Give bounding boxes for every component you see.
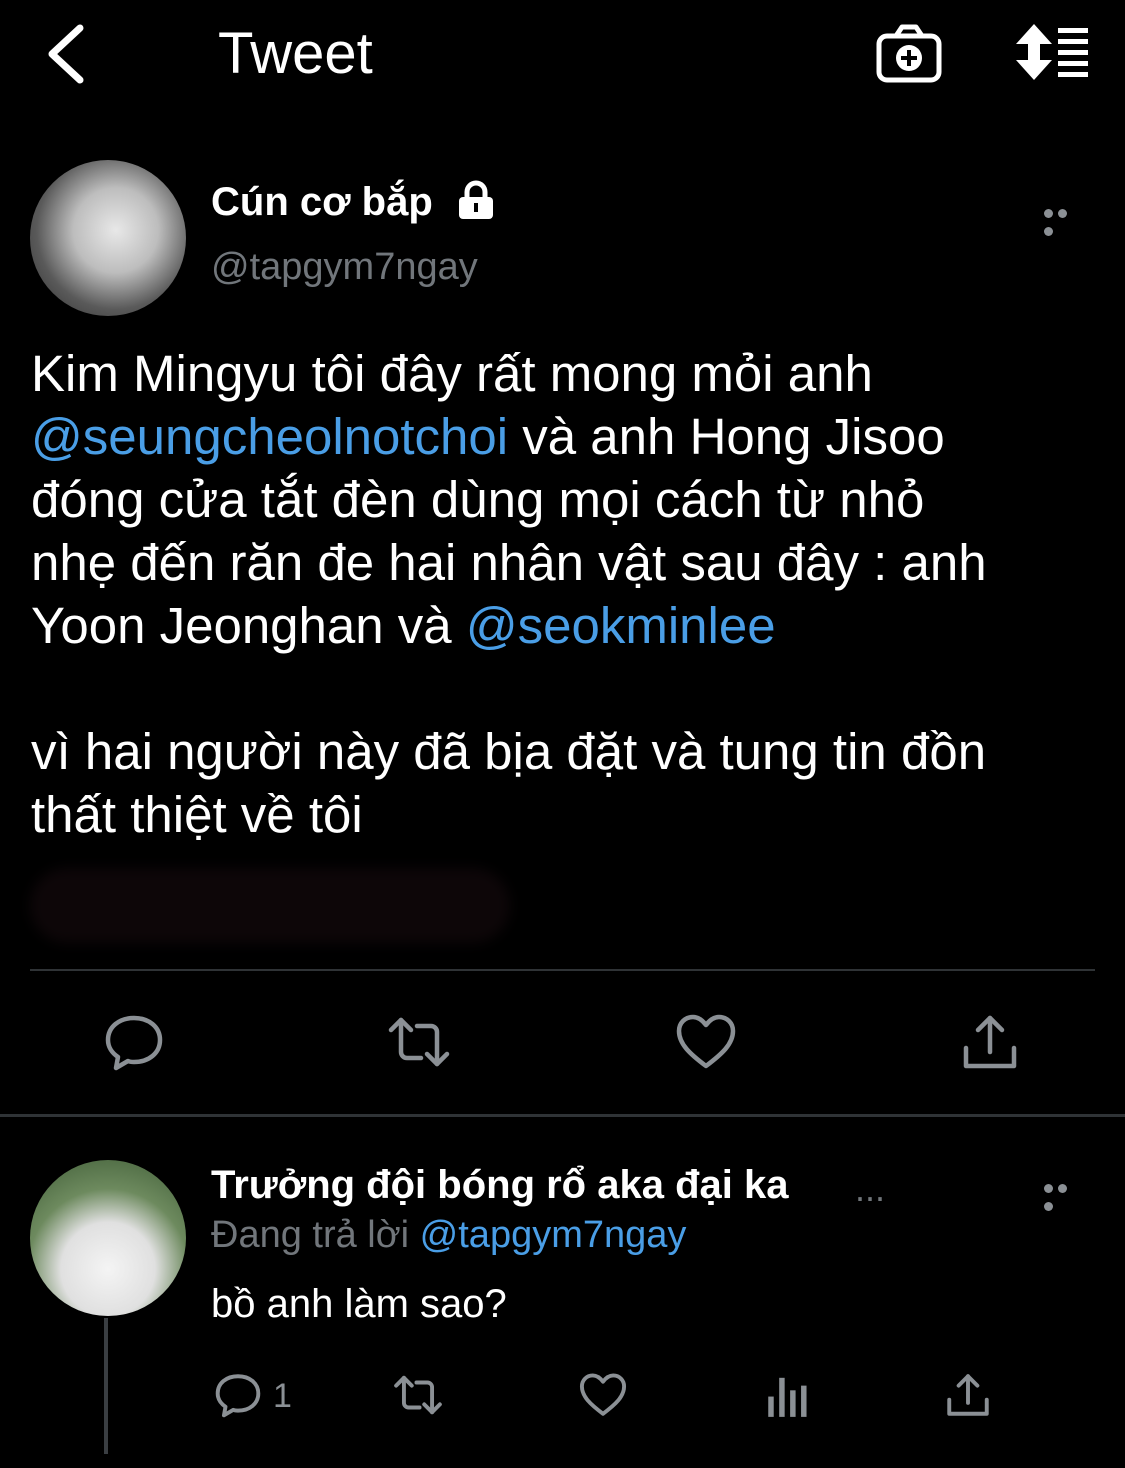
more-options-icon[interactable] xyxy=(1044,1180,1084,1211)
like-icon[interactable] xyxy=(578,1370,628,1420)
author-name[interactable]: Cún cơ bắp xyxy=(211,180,433,225)
more-options-icon[interactable] xyxy=(1044,205,1084,236)
stats-icon[interactable] xyxy=(762,1370,812,1420)
sort-icon xyxy=(1016,24,1088,80)
author-handle[interactable]: @tapgym7ngay xyxy=(211,246,478,289)
retweet-icon[interactable] xyxy=(387,1010,451,1074)
obscured-timestamp xyxy=(30,868,510,943)
thread-line xyxy=(104,1318,108,1454)
reply-icon[interactable] xyxy=(213,1370,263,1420)
reply-count: 1 xyxy=(273,1377,292,1415)
chevron-left-icon xyxy=(48,24,84,84)
reply-text: bồ anh làm sao? xyxy=(211,1282,507,1326)
mention-link[interactable]: @seungcheolnotchoi xyxy=(31,408,508,465)
replying-to: Đang trả lời @tapgym7ngay xyxy=(211,1214,687,1256)
lock-icon xyxy=(455,180,497,220)
mention-link[interactable]: @tapgym7ngay xyxy=(420,1214,687,1256)
reply-icon[interactable] xyxy=(102,1010,166,1074)
reply-author-name[interactable]: Trưởng đội bóng rổ aka đại ka xyxy=(211,1163,788,1208)
back-button[interactable] xyxy=(44,24,94,84)
reply-author-avatar[interactable] xyxy=(30,1160,186,1316)
like-icon[interactable] xyxy=(674,1010,738,1074)
share-icon[interactable] xyxy=(943,1370,993,1420)
divider xyxy=(0,1114,1125,1117)
camera-plus-icon xyxy=(876,24,942,83)
retweet-icon[interactable] xyxy=(393,1370,443,1420)
name-truncation: ... xyxy=(855,1168,886,1209)
camera-add-button[interactable] xyxy=(876,22,942,84)
share-icon[interactable] xyxy=(958,1010,1022,1074)
author-avatar[interactable] xyxy=(30,160,186,316)
sort-replies-button[interactable] xyxy=(1012,22,1092,82)
tweet-text: Kim Mingyu tôi đây rất mong mỏi anh @seu… xyxy=(31,345,987,843)
divider xyxy=(30,969,1095,971)
mention-link[interactable]: @seokminlee xyxy=(466,597,776,654)
page-title: Tweet xyxy=(218,21,373,86)
